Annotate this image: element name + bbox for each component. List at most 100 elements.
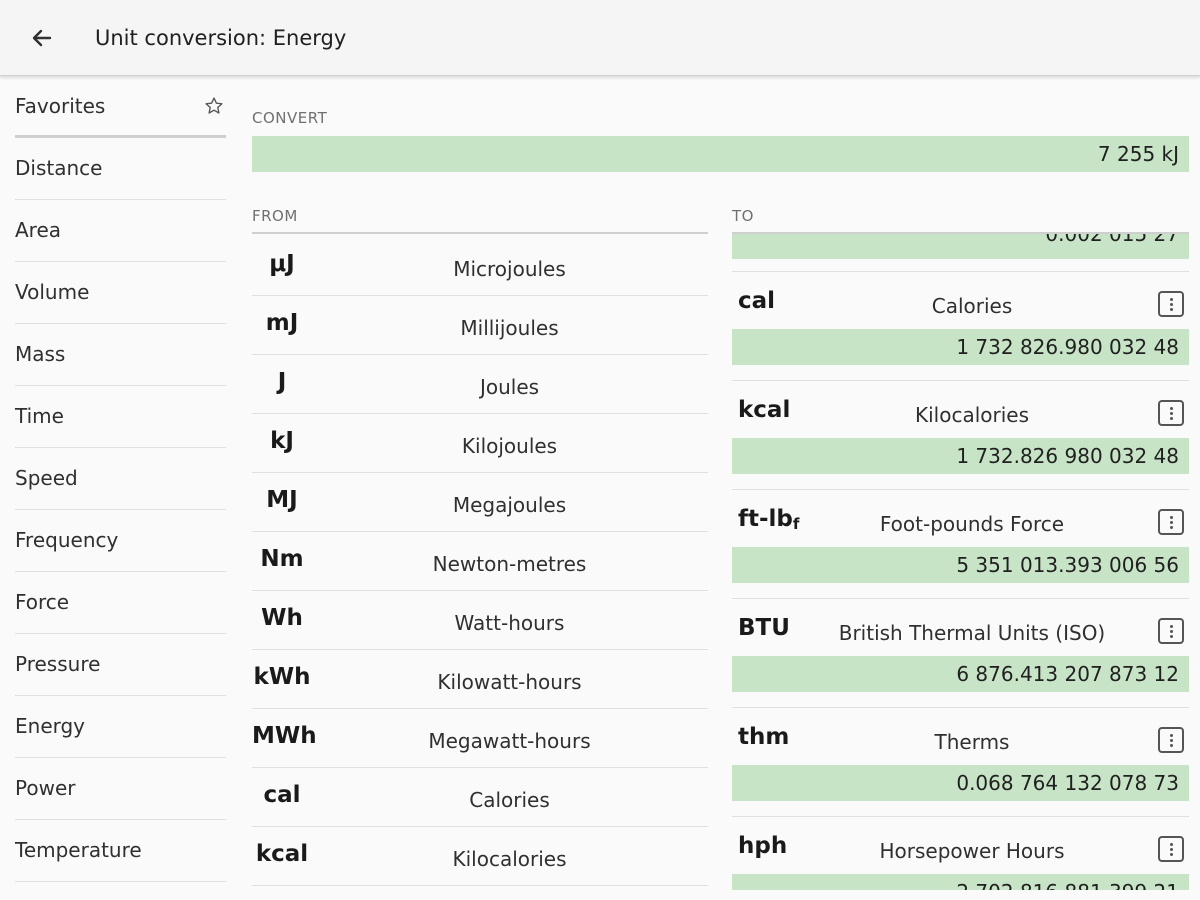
to-value-bar: 2.702 816 881 399 21 [732,874,1189,890]
unit-name: Kilocalories [914,403,1029,427]
unit-name: British Thermal Units (ISO) [838,621,1106,645]
more-vertical-icon[interactable] [1158,400,1184,426]
sidebar-item-power[interactable]: Power [15,758,226,820]
from-unit-list[interactable]: μJ Microjoules mJ Millijoules J Joules kJ Ki… [252,237,708,900]
from-unit-row[interactable]: kWh Kilowatt-hours [252,650,708,709]
sidebar-item-label: Mass [15,342,66,366]
unit-symbol: kJ [270,428,294,454]
to-value-bar: 0.068 764 132 078 73 [732,765,1189,801]
from-unit-row[interactable]: μJ Microjoules [252,237,708,296]
to-unit-card: BTU British Thermal Units (ISO) 6 876.41… [732,598,1189,698]
convert-value: 7 255 kJ [1097,142,1179,166]
from-unit-row[interactable]: kJ Kilojoules [252,414,708,473]
to-value: 5 351 013.393 006 56 [956,553,1179,577]
sidebar-item-label: Temperature [15,838,142,862]
sidebar-item-favorites[interactable]: Favorites [15,76,226,138]
more-vertical-icon[interactable] [1158,509,1184,535]
unit-symbol: kcal [738,397,791,423]
sidebar-item-volume[interactable]: Volume [15,262,226,324]
sidebar-item-label: Speed [15,466,78,490]
more-vertical-icon[interactable] [1158,291,1184,317]
unit-name: Horsepower Hours [879,839,1065,863]
unit-name: Megajoules [452,493,567,517]
from-unit-row[interactable]: MWh Megawatt-hours [252,709,708,768]
sidebar-item-frequency[interactable]: Frequency [15,510,226,572]
sidebar-item-area[interactable]: Area [15,200,226,262]
unit-name: Calories [469,788,550,812]
from-unit-row[interactable]: cal Calories [252,768,708,827]
page-title: Unit conversion: Energy [95,26,347,50]
to-value-bar: 0.002 015 27 [732,234,1189,259]
sidebar-item-force[interactable]: Force [15,572,226,634]
unit-symbol: ft-lbf [738,506,800,533]
app-bar: Unit conversion: Energy [0,0,1200,76]
unit-symbol: MWh [252,723,317,749]
to-unit-card: kcal Kilocalories 1 732.826 980 032 48 [732,380,1189,480]
from-unit-row[interactable]: mJ Millijoules [252,296,708,355]
unit-symbol: J [277,369,287,395]
from-unit-row[interactable]: J Joules [252,355,708,414]
sidebar-item-time[interactable]: Time [15,386,226,448]
unit-symbol: MJ [266,487,298,513]
sidebar-item-mass[interactable]: Mass [15,324,226,386]
back-arrow-icon[interactable] [26,22,58,54]
sidebar-item-energy[interactable]: Energy [15,696,226,758]
star-icon[interactable] [204,96,224,116]
from-divider [252,232,708,234]
sidebar-item-temperature[interactable]: Temperature [15,820,226,882]
more-vertical-icon[interactable] [1158,727,1184,753]
sidebar-item-label: Favorites [15,94,106,118]
unit-name: Joules [479,375,540,399]
to-unit-card: hph Horsepower Hours 2.702 816 881 399 2… [732,816,1189,890]
sidebar-item-distance[interactable]: Distance [15,138,226,200]
sidebar-item-pressure[interactable]: Pressure [15,634,226,696]
sidebar-item-label: Time [15,404,64,428]
unit-name: Watt-hours [454,611,565,635]
sidebar-item-label: Energy [15,714,86,738]
unit-name: Kilowatt-hours [437,670,582,694]
unit-name: Foot-pounds Force [879,512,1065,536]
to-unit-card: ft-lbf Foot-pounds Force 5 351 013.393 0… [732,489,1189,589]
to-unit-card: thm Therms 0.068 764 132 078 73 [732,707,1189,807]
unit-symbol: mJ [265,310,299,336]
to-value: 0.068 764 132 078 73 [956,771,1179,795]
unit-symbol: BTU [738,615,790,641]
unit-name: Megawatt-hours [428,729,591,753]
from-unit-row[interactable]: Wh Watt-hours [252,591,708,650]
from-unit-row[interactable]: MJ Megajoules [252,473,708,532]
to-value-bar: 1 732 826.980 032 48 [732,329,1189,365]
unit-symbol: hph [738,833,788,859]
from-unit-row[interactable]: Nm Newton-metres [252,532,708,591]
unit-symbol: Wh [261,605,303,631]
unit-symbol: cal [738,288,776,314]
sidebar-item-label: Distance [15,156,103,180]
to-value: 2.702 816 881 399 21 [956,880,1179,890]
to-value-bar: 6 876.413 207 873 12 [732,656,1189,692]
to-value: 1 732.826 980 032 48 [956,444,1179,468]
unit-symbol: Nm [260,546,304,572]
more-vertical-icon[interactable] [1158,618,1184,644]
to-value-bar: 5 351 013.393 006 56 [732,547,1189,583]
to-unit-list[interactable]: 0.002 015 27 cal Calories 1 732 826.980 … [732,234,1189,890]
unit-name: Calories [931,294,1013,318]
unit-symbol: kWh [253,664,311,690]
from-unit-row[interactable]: kcal Kilocalories [252,827,708,886]
to-label: TO [732,207,754,225]
more-vertical-icon[interactable] [1158,836,1184,862]
unit-name: Therms [934,730,1010,754]
convert-input[interactable]: 7 255 kJ [252,136,1189,172]
sidebar-item-label: Force [15,590,70,614]
unit-name: Kilocalories [452,847,567,871]
unit-name: Microjoules [453,257,566,281]
unit-name: Newton-metres [432,552,587,576]
to-unit-card: cal Calories 1 732 826.980 032 48 [732,271,1189,371]
sidebar-item-speed[interactable]: Speed [15,448,226,510]
sidebar-item-label: Power [15,776,76,800]
unit-name: Kilojoules [461,434,558,458]
category-sidebar: Favorites Distance Area Volume Mass Time… [15,76,226,900]
unit-symbol: cal [263,782,301,808]
from-label: FROM [252,207,298,225]
sidebar-item-label: Volume [15,280,90,304]
unit-name: Millijoules [460,316,559,340]
sidebar-item-label: Pressure [15,652,101,676]
